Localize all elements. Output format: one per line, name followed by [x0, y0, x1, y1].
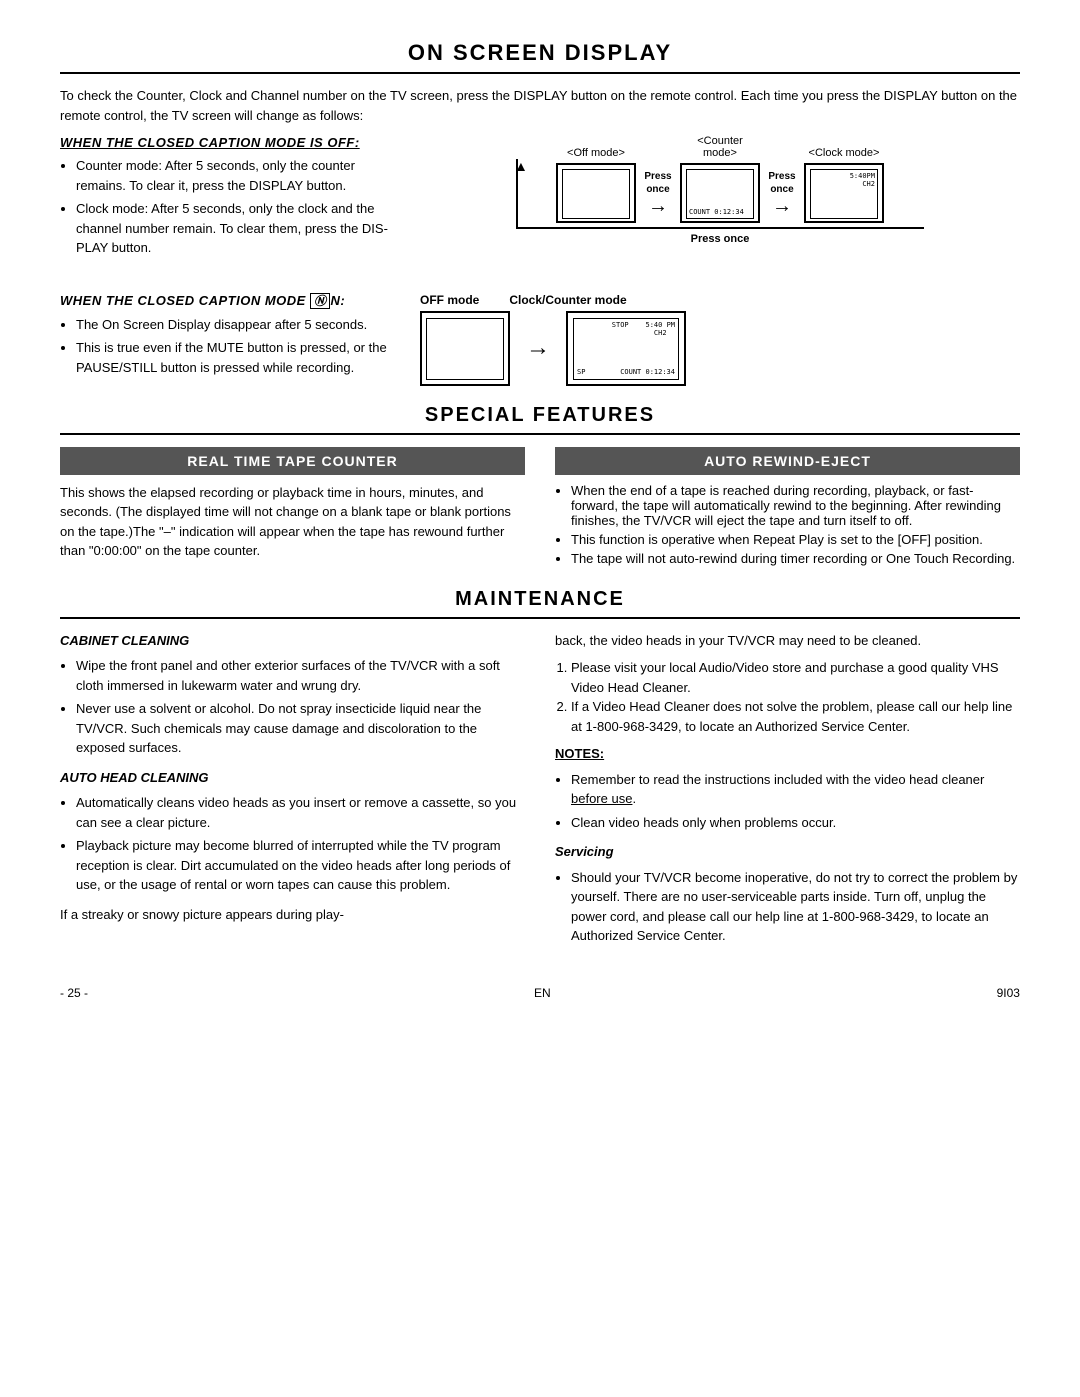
clock-text: 5:40PMCH2	[850, 172, 875, 189]
press-once-bottom: Press once	[691, 233, 750, 245]
cabinet-cleaning-title: CABINET CLEANING	[60, 631, 525, 651]
cabinet-bullet-1: Never use a solvent or alcohol. Do not s…	[76, 699, 525, 758]
osd-on-right-diagram: OFF mode Clock/Counter mode → STOP 5:40	[420, 292, 1020, 386]
real-time-col: REAL TIME TAPE COUNTER This shows the el…	[60, 447, 525, 570]
arrow-press-2: Pressonce →	[760, 170, 804, 216]
counter-mode-box: COUNT 0:12:34	[680, 163, 760, 223]
notes-bullet-1: Clean video heads only when problems occ…	[571, 813, 1020, 833]
real-time-text: This shows the elapsed recording or play…	[60, 483, 525, 561]
numbered-item-0: Please visit your local Audio/Video stor…	[571, 658, 1020, 697]
maintenance-grid: CABINET CLEANING Wipe the front panel an…	[60, 631, 1020, 956]
footer-page: - 25 -	[60, 986, 88, 1000]
before-use-text: before use	[571, 791, 632, 806]
auto-head-bullets: Automatically cleans video heads as you …	[60, 793, 525, 895]
maintenance-title: MAINTENANCE	[60, 588, 1020, 611]
osd-when-off: WHEN THE CLOSED CAPTION MODE IS OFF: Cou…	[60, 135, 1020, 262]
arrow-press-1: Pressonce →	[636, 170, 680, 216]
loop-arrow-row: ▲ Press once	[516, 227, 924, 229]
when-off-subtitle: WHEN THE CLOSED CAPTION MODE IS OFF:	[60, 135, 400, 150]
cc-on-diagram: → STOP 5:40 PM CH2 SP COUNT 0:12:34	[420, 311, 686, 386]
osd-right-diagram: <Off mode> <Counter mode> <Clock mode> P…	[420, 135, 1020, 229]
on-bullet-0: The On Screen Display disappear after 5 …	[76, 315, 400, 335]
servicing-bullets: Should your TV/VCR become inoperative, d…	[555, 868, 1020, 946]
servicing-bullet-0: Should your TV/VCR become inoperative, d…	[571, 868, 1020, 946]
cc-arrow: →	[526, 334, 550, 362]
osd-section: WHEN THE CLOSED CAPTION MODE IS OFF: Cou…	[60, 135, 1020, 386]
right-col-numbered: Please visit your local Audio/Video stor…	[555, 658, 1020, 736]
off-mode-box	[556, 163, 636, 223]
cabinet-bullet-0: Wipe the front panel and other exterior …	[76, 656, 525, 695]
servicing-title: Servicing	[555, 842, 1020, 862]
footer-lang: EN	[534, 986, 551, 1000]
counter-bullet-1: Clock mode: After 5 seconds, only the cl…	[76, 199, 400, 258]
stop-text: STOP 5:40 PM CH2	[612, 321, 675, 338]
off-mode-heading: OFF mode	[420, 292, 479, 307]
cc-off-box	[420, 311, 510, 386]
auto-rewind-header: AUTO REWIND-EJECT	[555, 447, 1020, 475]
sp-count-text: SP	[577, 368, 585, 376]
osd-on-left: WHEN THE CLOSED CAPTION MODE ⓃN: The On …	[60, 292, 400, 382]
auto-rewind-bullet-1: This function is operative when Repeat P…	[571, 532, 1020, 547]
clock-mode-box: 5:40PMCH2	[804, 163, 884, 223]
osd-when-on: WHEN THE CLOSED CAPTION MODE ⓃN: The On …	[60, 292, 1020, 386]
notes-bullets: Remember to read the instructions includ…	[555, 770, 1020, 833]
notes-bullet-0: Remember to read the instructions includ…	[571, 770, 1020, 809]
osd-left: WHEN THE CLOSED CAPTION MODE IS OFF: Cou…	[60, 135, 400, 262]
real-time-header: REAL TIME TAPE COUNTER	[60, 447, 525, 475]
intro-text: To check the Counter, Clock and Channel …	[60, 86, 1020, 125]
maintenance-rule	[60, 617, 1020, 619]
page-footer: - 25 - EN 9I03	[60, 986, 1020, 1000]
title-rule	[60, 72, 1020, 74]
maint-left-col: CABINET CLEANING Wipe the front panel an…	[60, 631, 525, 956]
counter-bullet-0: Counter mode: After 5 seconds, only the …	[76, 156, 400, 195]
features-grid: REAL TIME TAPE COUNTER This shows the el…	[60, 447, 1020, 570]
cabinet-bullets: Wipe the front panel and other exterior …	[60, 656, 525, 758]
counter-mode-label: <Counter mode>	[680, 135, 760, 159]
right-col-para1: back, the video heads in your TV/VCR may…	[555, 631, 1020, 651]
auto-head-title: AUTO HEAD CLEANING	[60, 768, 525, 788]
when-on-subtitle: WHEN THE CLOSED CAPTION MODE ⓃN:	[60, 292, 400, 309]
counter-bullet-list: Counter mode: After 5 seconds, only the …	[60, 156, 400, 258]
off-mode-label: <Off mode>	[556, 147, 636, 159]
numbered-item-1: If a Video Head Cleaner does not solve t…	[571, 697, 1020, 736]
diagram-row: Pressonce → COUNT 0:12:34 Pressonce →	[556, 163, 884, 223]
auto-rewind-bullet-0: When the end of a tape is reached during…	[571, 483, 1020, 528]
when-on-subtitle-text: WHEN THE CLOSED CAPTION MODE ⓃN:	[60, 293, 345, 308]
special-features-rule	[60, 433, 1020, 435]
count-text-2: COUNT 0:12:34	[620, 368, 675, 376]
notes-label: NOTES:	[555, 746, 604, 761]
on-bullet-1: This is true even if the MUTE button is …	[76, 338, 400, 377]
on-bullet-list: The On Screen Display disappear after 5 …	[60, 315, 400, 378]
auto-rewind-bullets: When the end of a tape is reached during…	[555, 483, 1020, 566]
auto-rewind-bullet-2: The tape will not auto-rewind during tim…	[571, 551, 1020, 566]
page-title: ON SCREEN DISPLAY	[60, 40, 1020, 66]
clock-mode-label: <Clock mode>	[804, 147, 884, 159]
footer-code: 9I03	[997, 986, 1020, 1000]
special-features-title: SPECIAL FEATURES	[60, 404, 1020, 427]
auto-head-para: If a streaky or snowy picture appears du…	[60, 905, 525, 925]
auto-rewind-col: AUTO REWIND-EJECT When the end of a tape…	[555, 447, 1020, 570]
auto-head-bullet-0: Automatically cleans video heads as you …	[76, 793, 525, 832]
auto-head-bullet-1: Playback picture may become blurred of i…	[76, 836, 525, 895]
cc-clock-box: STOP 5:40 PM CH2 SP COUNT 0:12:34	[566, 311, 686, 386]
count-text: COUNT 0:12:34	[689, 208, 744, 216]
clock-counter-heading: Clock/Counter mode	[509, 292, 626, 307]
maint-right-col: back, the video heads in your TV/VCR may…	[555, 631, 1020, 956]
